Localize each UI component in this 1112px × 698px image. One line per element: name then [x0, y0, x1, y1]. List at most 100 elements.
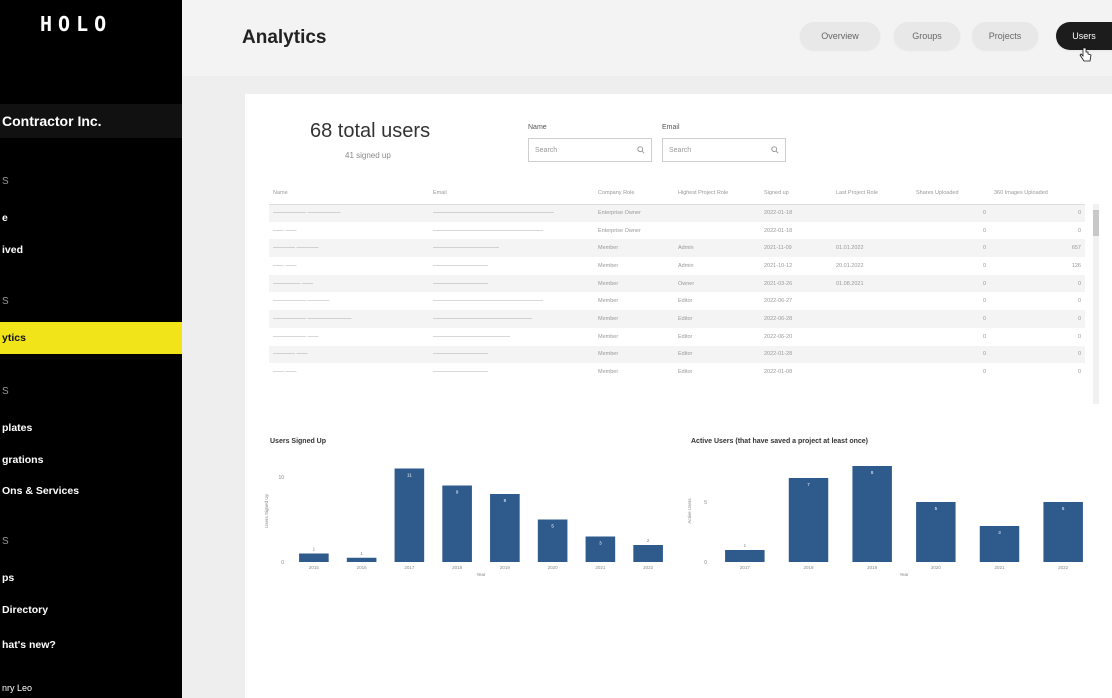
tab-users[interactable]: Users [1056, 22, 1112, 50]
column-header[interactable]: Signed up [760, 182, 832, 205]
table-cell: 01.01.2022 [832, 239, 912, 258]
column-header[interactable]: Shares Uploaded [912, 182, 990, 205]
sidebar-item-integrations[interactable]: grations [0, 450, 182, 470]
table-row[interactable]: —— —— —————————— Member Editor 2022-01-08 0 0 [269, 363, 1085, 381]
scrollbar-thumb[interactable] [1093, 210, 1099, 236]
table-row[interactable]: —————— ———————— —————————————————— Member E… [269, 310, 1085, 328]
table-row[interactable]: ————— —— —————————— Member Owner 2021-03-26 0… [269, 274, 1085, 293]
x-tick-label: 2018 [803, 565, 814, 570]
x-tick-label: 2016 [357, 565, 368, 570]
table-cell: 0 [912, 310, 990, 328]
users-table: Name Email Company Role Highest Project Rol… [269, 182, 1099, 406]
tab-groups[interactable]: Groups [894, 22, 960, 50]
table-cell: —— —— [273, 369, 297, 376]
table-cell: 2022-06-28 [760, 310, 832, 328]
org-switcher[interactable]: Contractor Inc. [0, 104, 182, 138]
column-header[interactable]: Highest Project Role [674, 182, 760, 205]
table-cell: Member [598, 262, 619, 269]
table-cell: —— —— [273, 262, 297, 269]
search-icon [771, 146, 779, 154]
table-cell: Admin [674, 239, 760, 258]
table-row[interactable]: —————— ———— ———————————————————— Member Edi… [269, 292, 1085, 310]
table-cell [832, 222, 912, 240]
column-header[interactable]: 360 Images Uploaded [990, 182, 1085, 205]
table-cell: —————————————————————— [429, 204, 594, 222]
table-cell: ———— ———— [269, 239, 429, 258]
table-cell: —————————————————— [429, 310, 594, 328]
report-canvas: 68 total users 41 signed up Name Search … [245, 94, 1112, 698]
sidebar-section-label: S [2, 386, 9, 397]
sidebar-section-label: S [2, 296, 9, 307]
column-header[interactable]: Name [269, 182, 429, 205]
x-tick-label: 2020 [931, 565, 942, 570]
x-tick-label: 2017 [404, 565, 415, 570]
bar [1043, 502, 1083, 562]
x-tick-label: 2017 [740, 565, 751, 570]
email-search-input[interactable]: Search [662, 138, 786, 162]
sidebar-item-groups[interactable]: ps [0, 568, 182, 588]
table-cell [832, 363, 912, 381]
table-cell: Enterprise Owner [594, 204, 674, 222]
table-cell: ———————————— [429, 239, 594, 258]
table-cell: ————— —— [269, 274, 429, 293]
sidebar-item-addons-services[interactable]: Ons & Services [0, 481, 182, 501]
sidebar-item-directory[interactable]: Directory [0, 600, 182, 620]
email-search-placeholder: Search [669, 146, 692, 154]
table-cell [674, 204, 760, 222]
x-tick-label: 2019 [867, 565, 878, 570]
table-cell: Member [598, 333, 619, 340]
x-tick-label: 2019 [500, 565, 511, 570]
table-cell [832, 292, 912, 310]
table-header-row: Name Email Company Role Highest Project Rol… [269, 182, 1085, 205]
sidebar-item-analytics[interactable]: ytics [0, 322, 182, 354]
name-filter-label: Name [528, 124, 547, 131]
signed-up-count: 41 signed up [345, 151, 391, 160]
table-cell: ———————————————————— [433, 227, 543, 234]
page-title: Analytics [242, 27, 327, 48]
table-row[interactable]: —— —— —————————— Member Admin 2021-10-12 20.0… [269, 257, 1085, 275]
sidebar-item-templates[interactable]: plates [0, 418, 182, 438]
sidebar-section-label: S [2, 176, 9, 187]
bar [725, 550, 765, 562]
sidebar-item-home[interactable]: e [0, 208, 182, 228]
table-row[interactable]: ———— ———— ———————————— Member Admin 2021-11-… [269, 239, 1085, 258]
table-cell: —————— —————— [269, 204, 429, 222]
tab-overview[interactable]: Overview [800, 22, 880, 50]
column-header[interactable]: Company Role [594, 182, 674, 205]
name-search-input[interactable]: Search [528, 138, 652, 162]
table-cell: ———————————————————— [433, 298, 543, 305]
table-row[interactable]: —————— —————— —————————————————————— Enter… [269, 204, 1085, 222]
x-tick-label: 2021 [595, 565, 606, 570]
table-cell: Member [594, 274, 674, 293]
column-header[interactable]: Email [429, 182, 594, 205]
table-cell: 0 [990, 274, 1085, 293]
sidebar-user-name[interactable]: nry Leo [0, 678, 182, 698]
table-cell: 2021-10-12 [764, 262, 793, 269]
table-cell: Member [598, 369, 619, 376]
table-cell: 657 [990, 239, 1085, 258]
sidebar-section-label: S [2, 536, 9, 547]
table-cell: 0 [982, 227, 986, 234]
table-cell: —————————— [429, 274, 594, 293]
table-cell: Member [594, 239, 674, 258]
tab-projects[interactable]: Projects [972, 22, 1038, 50]
data-label: 11 [407, 473, 412, 478]
header: Analytics Overview Groups Projects Users [182, 0, 1112, 76]
x-tick-label: 2018 [452, 565, 463, 570]
table-scrollbar[interactable] [1093, 204, 1099, 404]
sidebar-item-whats-new[interactable]: hat's new? [0, 635, 182, 655]
table-cell [832, 328, 912, 346]
column-header[interactable]: Last Project Role [832, 182, 912, 205]
table-cell: 0 [982, 262, 986, 269]
table-cell: Editor [678, 369, 693, 376]
chart-title-active-users: Active Users (that have saved a project … [691, 438, 869, 445]
table-row[interactable]: —————— —— —————————————— Member Editor 2022-… [269, 328, 1085, 346]
table-cell: Owner [674, 274, 760, 293]
sidebar-item-archived[interactable]: ived [0, 240, 182, 260]
table-cell: 01.08.2021 [832, 274, 912, 293]
table-row[interactable]: ———— —— —————————— Member Editor 2022-01-28 0… [269, 345, 1085, 364]
table-cell: 2022-01-18 [764, 227, 793, 234]
table-cell: 0 [912, 274, 990, 293]
table-row[interactable]: —— —— ———————————————————— Enterprise Owne… [269, 222, 1085, 240]
table-cell: —————————————— [433, 333, 510, 340]
